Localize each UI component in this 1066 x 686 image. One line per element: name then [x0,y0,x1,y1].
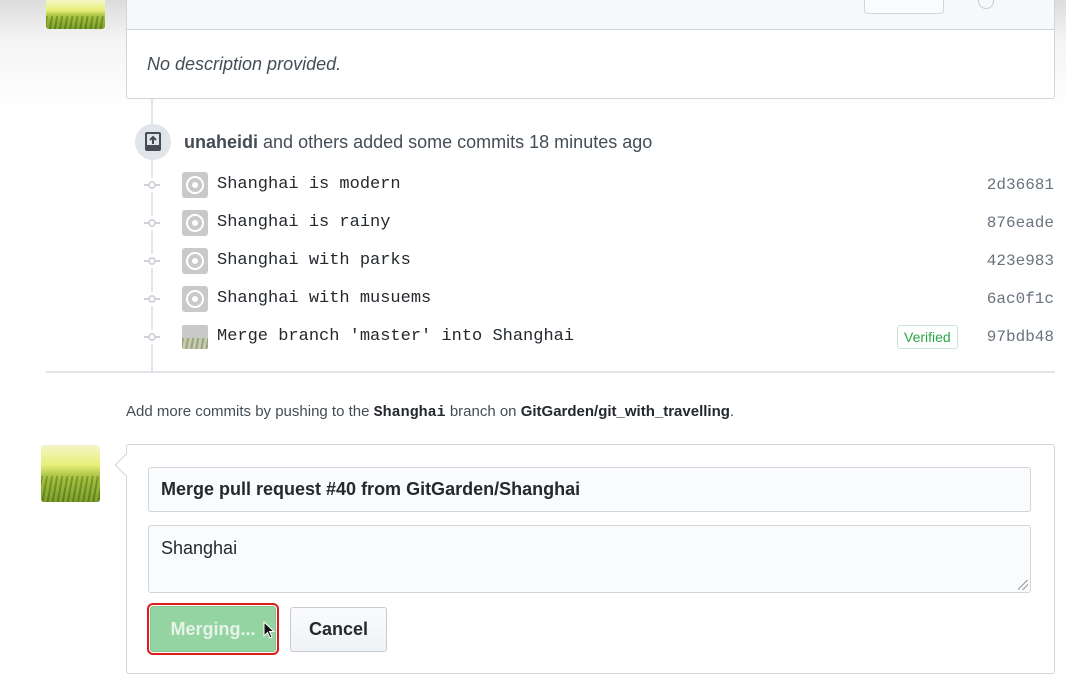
github-avatar-icon[interactable] [182,286,208,312]
github-avatar-icon[interactable] [182,172,208,198]
speech-caret [114,453,138,477]
commit-message-link[interactable]: Shanghai is modern [217,175,401,194]
commit-message-link[interactable]: Shanghai is rainy [217,213,390,232]
commit-row: Shanghai is modern 2d36681 [0,167,1066,203]
commit-sha-link[interactable]: 97bdb48 [987,328,1054,346]
github-avatar-icon[interactable] [182,248,208,274]
commit-node-icon [144,254,160,268]
commit-message-textarea[interactable]: Shanghai [148,525,1031,593]
mouse-cursor-icon [263,621,275,639]
push-author-link[interactable]: unaheidi [184,132,258,152]
cancel-button[interactable]: Cancel [290,607,387,652]
commit-message-link[interactable]: Shanghai with musuems [217,289,431,308]
commit-sha-link[interactable]: 876eade [987,214,1054,232]
push-event-text: unaheidi and others added some commits 1… [184,132,652,153]
commit-message-text: Shanghai [161,538,238,558]
hint-prefix: Add more commits by pushing to the [126,403,370,420]
commit-row: Shanghai with musuems 6ac0f1c [0,281,1066,317]
branch-name: Shanghai [373,404,446,421]
commit-node-icon [144,330,160,344]
repo-name: GitGarden/git_with_travelling [520,403,730,420]
commit-node-icon [144,216,160,230]
commit-row: Shanghai with parks 423e983 [0,243,1066,279]
commit-node-icon [144,292,160,306]
commit-message-link[interactable]: Shanghai with parks [217,251,411,270]
resize-handle-icon[interactable] [1018,580,1028,590]
user-avatar[interactable] [41,445,100,502]
commit-row: Shanghai is rainy 876eade [0,205,1066,241]
commit-sha-link[interactable]: 2d36681 [987,176,1054,194]
push-event-description: and others added some commits 18 minutes… [263,132,653,152]
commit-node-icon [144,178,160,192]
timeline-divider [46,371,1055,373]
merging-button[interactable]: Merging... [147,603,279,655]
commit-sha-link[interactable]: 423e983 [987,252,1054,270]
add-more-commits-hint: Add more commits by pushing to the Shang… [126,403,734,421]
commit-sha-link[interactable]: 6ac0f1c [987,290,1054,308]
edit-button[interactable] [864,0,944,14]
user-avatar-top[interactable] [46,0,105,29]
user-avatar-small[interactable] [182,325,208,349]
repo-push-icon [135,124,171,160]
commit-title-input[interactable]: Merge pull request #40 from GitGarden/Sh… [148,467,1031,512]
github-avatar-icon[interactable] [182,210,208,236]
commit-message-link[interactable]: Merge branch 'master' into Shanghai [217,327,574,346]
hint-middle: branch on [449,403,517,420]
hint-suffix: . [729,403,735,420]
commit-row: Merge branch 'master' into Shanghai Veri… [0,319,1066,355]
description-text: No description provided. [147,54,342,74]
verified-badge[interactable]: Verified [897,325,958,349]
pr-description-box: No description provided. [126,0,1055,99]
